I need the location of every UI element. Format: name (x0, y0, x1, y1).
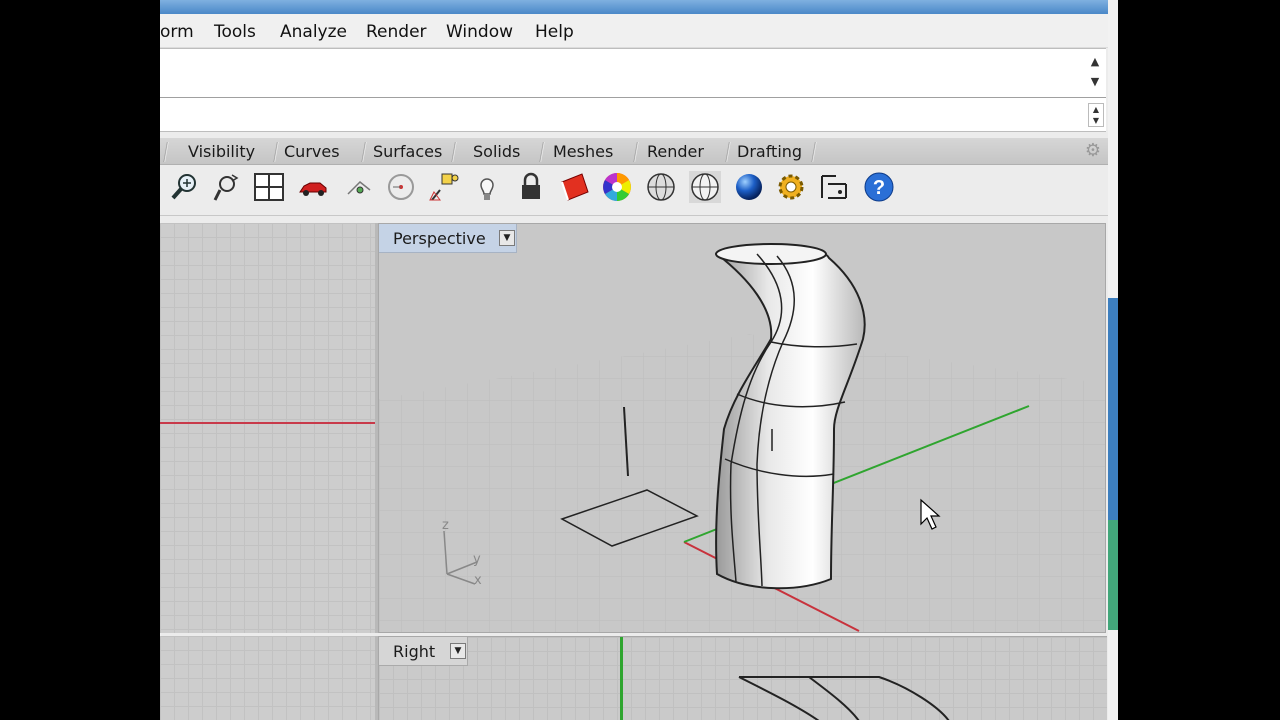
point-icon[interactable] (428, 170, 462, 204)
scroll-down-icon[interactable]: ▼ (1088, 75, 1102, 89)
dimension-icon[interactable] (818, 170, 852, 204)
grid-view-icon[interactable] (252, 170, 286, 204)
command-history-area[interactable]: ▲ ▼ ▲ ▼ (160, 48, 1106, 132)
front-viewport[interactable] (160, 636, 378, 720)
perspective-label: Perspective (393, 229, 486, 248)
desktop-background (1108, 0, 1280, 720)
right-label: Right (393, 642, 436, 661)
menu-window[interactable]: Window (446, 22, 513, 42)
menu-render[interactable]: Render (366, 22, 427, 42)
menu-help[interactable]: Help (535, 22, 574, 42)
right-viewport[interactable]: Right ▼ (378, 636, 1107, 720)
shaded-icon[interactable] (558, 170, 592, 204)
title-bar (160, 0, 1108, 14)
perspective-viewport-title[interactable]: Perspective ▼ (379, 224, 517, 253)
perspective-viewport[interactable]: z y x Perspective ▼ (378, 223, 1106, 633)
rhino-application-window: orm Tools Analyze Render Window Help ▲ ▼… (160, 0, 1108, 720)
sphere-wireframe-icon[interactable] (644, 170, 678, 204)
lock-icon[interactable] (514, 170, 548, 204)
rotate-view-icon[interactable] (210, 170, 244, 204)
color-wheel-icon[interactable] (600, 170, 634, 204)
viewport-menu-dropdown-icon[interactable]: ▼ (499, 230, 515, 246)
x-axis-line (160, 422, 375, 424)
command-line-divider (160, 97, 1106, 98)
top-viewport[interactable] (160, 223, 378, 633)
sphere-render-icon[interactable] (732, 170, 766, 204)
zoom-icon[interactable] (168, 170, 202, 204)
menu-transform[interactable]: orm (160, 22, 194, 42)
lightbulb-icon[interactable] (470, 170, 504, 204)
sphere-ghosted-icon[interactable] (688, 170, 722, 204)
x-axis-label: x (474, 573, 482, 588)
viewport-menu-dropdown-icon[interactable]: ▼ (450, 643, 466, 659)
menu-tools[interactable]: Tools (214, 22, 256, 42)
window-edge-accent-green (1108, 520, 1118, 630)
right-view-profile (738, 676, 950, 720)
tab-render[interactable]: Render (643, 141, 708, 163)
right-viewport-title[interactable]: Right ▼ (379, 637, 468, 666)
help-icon[interactable]: ? (862, 170, 896, 204)
tab-solids[interactable]: Solids (469, 141, 524, 163)
car-icon[interactable] (296, 170, 330, 204)
tab-curves[interactable]: Curves (280, 141, 344, 163)
menu-bar: orm Tools Analyze Render Window Help (160, 14, 1108, 48)
toolbar-tabs: Visibility Curves Surfaces Solids Meshes… (160, 138, 1108, 165)
svg-text:?: ? (873, 177, 885, 199)
z-axis-label: z (442, 518, 449, 533)
perspective-scene (379, 243, 1105, 632)
tab-visibility[interactable]: Visibility (184, 141, 259, 163)
snap-icon[interactable] (342, 170, 376, 204)
scroll-up-icon[interactable]: ▲ (1088, 55, 1102, 69)
menu-analyze[interactable]: Analyze (280, 22, 347, 42)
y-axis-label: y (473, 552, 481, 567)
tab-settings-gear-icon[interactable]: ⚙ (1082, 140, 1104, 162)
circle-icon[interactable] (384, 170, 418, 204)
tab-drafting[interactable]: Drafting (733, 141, 806, 163)
gear-settings-icon[interactable] (774, 170, 808, 204)
tab-meshes[interactable]: Meshes (549, 141, 617, 163)
command-spin-icon[interactable]: ▲ ▼ (1088, 103, 1104, 127)
tab-surfaces[interactable]: Surfaces (369, 141, 446, 163)
